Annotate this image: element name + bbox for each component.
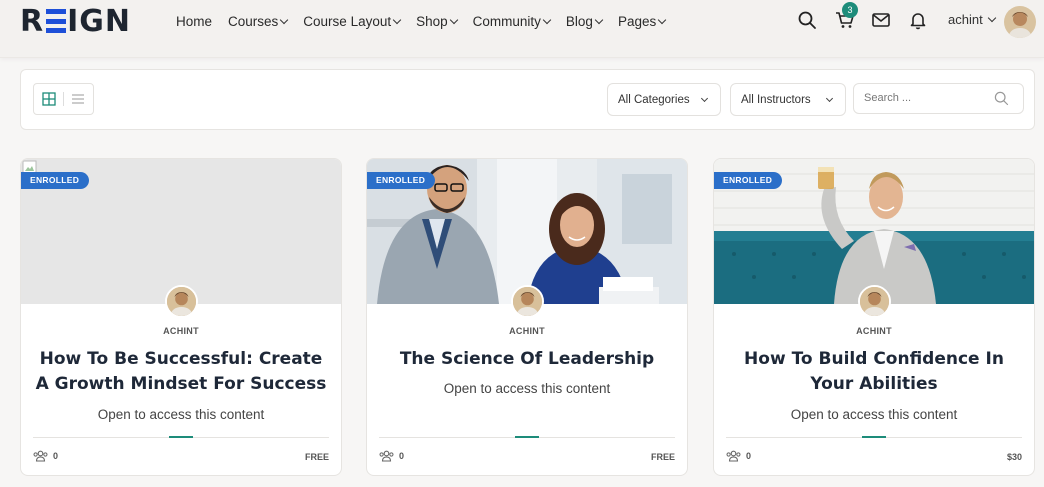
nav-course-layout[interactable]: Course Layout xyxy=(303,12,402,30)
course-price: $30 xyxy=(1006,452,1022,462)
nav-community-label: Community xyxy=(472,13,541,29)
view-toggle xyxy=(33,83,94,115)
chevron-down-icon xyxy=(594,15,604,24)
chevron-down-icon xyxy=(700,94,709,103)
students-value: 0 xyxy=(746,451,752,461)
nav-course-layout-label: Course Layout xyxy=(303,13,392,29)
nav-pages-label: Pages xyxy=(617,13,657,29)
course-access-note: Open to access this content xyxy=(790,407,958,422)
students-value: 0 xyxy=(53,451,59,461)
nav-pages[interactable]: Pages xyxy=(617,12,667,30)
list-view-button[interactable] xyxy=(64,84,93,114)
course-price: FREE xyxy=(304,452,329,462)
chevron-down-icon xyxy=(280,15,289,24)
course-card[interactable]: ENROLLED ACHINT How To Be Successful: Cr… xyxy=(20,158,342,476)
enrolled-badge: ENROLLED xyxy=(714,172,783,189)
students-icon xyxy=(379,450,394,462)
nav-shop-label: Shop xyxy=(416,13,448,29)
avatar[interactable] xyxy=(1004,6,1036,38)
course-price: FREE xyxy=(650,452,675,462)
divider-accent xyxy=(862,436,886,438)
author-avatar[interactable] xyxy=(165,285,198,318)
course-title[interactable]: How To Be Successful: Create A Growth Mi… xyxy=(33,347,329,397)
search-icon[interactable] xyxy=(797,10,817,30)
bell-icon[interactable] xyxy=(908,10,928,30)
logo-text-start: R xyxy=(20,3,45,39)
students-count: 0 xyxy=(33,450,58,462)
students-count: 0 xyxy=(379,450,404,462)
students-count: 0 xyxy=(726,450,751,462)
chevron-down-icon xyxy=(825,94,834,103)
nav-blog[interactable]: Blog xyxy=(565,12,604,30)
main-nav: Home Courses Course Layout Shop Communit… xyxy=(176,12,681,30)
instructor-select-value: All Instructors xyxy=(741,93,811,106)
site-logo[interactable]: R IGN xyxy=(20,3,132,39)
course-access-note: Open to access this content xyxy=(443,381,611,396)
mail-icon[interactable] xyxy=(871,10,891,30)
course-access-note: Open to access this content xyxy=(97,407,265,422)
course-title[interactable]: The Science Of Leadership xyxy=(379,347,675,372)
search-icon[interactable] xyxy=(994,91,1009,106)
nav-blog-label: Blog xyxy=(565,13,593,29)
nav-home[interactable]: Home xyxy=(176,12,212,30)
divider-accent xyxy=(515,436,539,438)
user-menu[interactable]: achint xyxy=(948,12,996,27)
chevron-down-icon xyxy=(657,15,667,24)
category-select-value: All Categories xyxy=(618,93,690,106)
students-icon xyxy=(33,450,48,462)
course-card[interactable]: ENROLLED ACHINT How To Build Confidence … xyxy=(713,158,1035,476)
nav-courses[interactable]: Courses xyxy=(228,12,289,30)
logo-text-end: IGN xyxy=(67,3,132,39)
author-avatar[interactable] xyxy=(858,285,891,318)
author-name[interactable]: ACHINT xyxy=(714,326,1034,336)
search-input[interactable] xyxy=(864,92,984,104)
category-select[interactable]: All Categories xyxy=(607,83,721,116)
divider-accent xyxy=(169,436,193,438)
chevron-down-icon xyxy=(392,15,402,24)
grid-view-button[interactable] xyxy=(34,84,63,114)
course-title[interactable]: How To Build Confidence In Your Abilitie… xyxy=(726,347,1022,397)
course-filter-bar: All Categories All Instructors xyxy=(20,69,1035,130)
course-card[interactable]: ENROLLED ACHINT The Science Of Leadershi… xyxy=(366,158,688,476)
author-avatar[interactable] xyxy=(511,285,544,318)
chevron-down-icon xyxy=(987,13,996,23)
grid-view-icon xyxy=(41,92,56,106)
chevron-down-icon xyxy=(542,15,552,24)
author-name[interactable]: ACHINT xyxy=(367,326,687,336)
username-label: achint xyxy=(948,12,983,27)
author-name[interactable]: ACHINT xyxy=(21,326,341,336)
students-value: 0 xyxy=(399,451,405,461)
enrolled-badge: ENROLLED xyxy=(21,172,90,189)
site-header: R IGN Home Courses Course Layout Shop Co… xyxy=(0,0,1044,58)
chevron-down-icon xyxy=(449,15,458,24)
logo-e-mark xyxy=(46,9,67,33)
enrolled-badge: ENROLLED xyxy=(367,172,436,189)
course-search xyxy=(853,83,1024,114)
nav-courses-label: Courses xyxy=(228,13,279,29)
cart-count-badge: 3 xyxy=(842,2,858,18)
nav-community[interactable]: Community xyxy=(472,12,552,30)
nav-shop[interactable]: Shop xyxy=(416,12,458,30)
students-icon xyxy=(726,450,741,462)
list-view-icon xyxy=(72,94,85,104)
nav-home-label: Home xyxy=(176,13,213,29)
instructor-select[interactable]: All Instructors xyxy=(730,83,846,116)
